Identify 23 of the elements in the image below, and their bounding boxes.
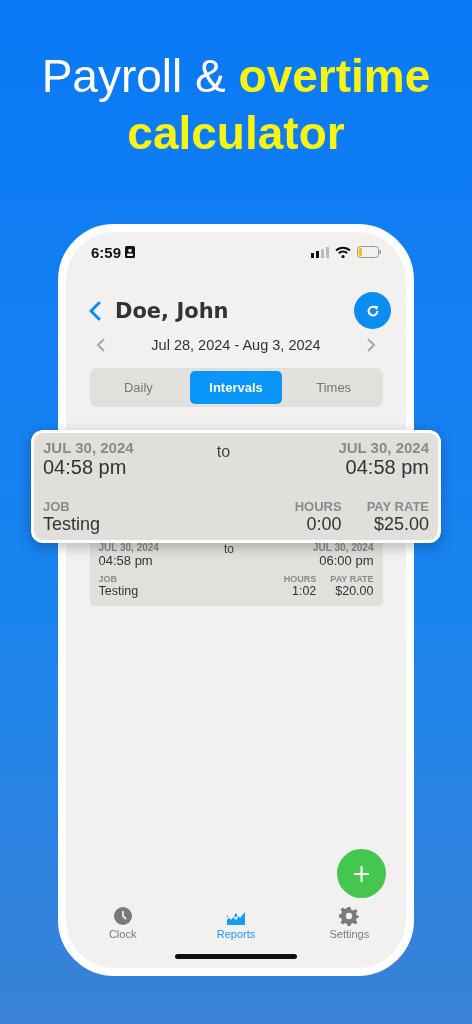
start-time: 04:58 pm: [43, 456, 128, 479]
start-date: JUL 30, 2024: [43, 439, 134, 456]
pay-rate-value: $20.00: [335, 584, 374, 598]
employee-name: Doe, John: [115, 298, 230, 323]
end-date: JUL 30, 2024: [313, 542, 374, 553]
to-label: to: [224, 542, 234, 556]
end-time: 04:58 pm: [345, 456, 429, 479]
start-date: JUL 30, 2024: [98, 542, 159, 553]
pay-rate-label: PAY RATE: [366, 499, 429, 514]
end-time: 06:00 pm: [319, 553, 374, 568]
hours-label: HOURS: [294, 499, 342, 514]
end-date: JUL 30, 2024: [338, 439, 429, 456]
headline: Payroll & overtime calculator: [40, 49, 432, 161]
hours-label: HOURS: [283, 574, 317, 584]
to-label: to: [216, 443, 231, 461]
job-label: JOB: [98, 574, 118, 584]
job-name: Testing: [98, 584, 140, 598]
job-label: JOB: [43, 499, 71, 514]
status-time: 6:59: [91, 243, 122, 261]
start-time: 04:58 pm: [98, 553, 154, 568]
date-range: Jul 28, 2024 - Aug 3, 2024: [151, 337, 321, 353]
pay-rate-label: PAY RATE: [330, 574, 374, 584]
hours-value: 1:02: [291, 584, 317, 598]
